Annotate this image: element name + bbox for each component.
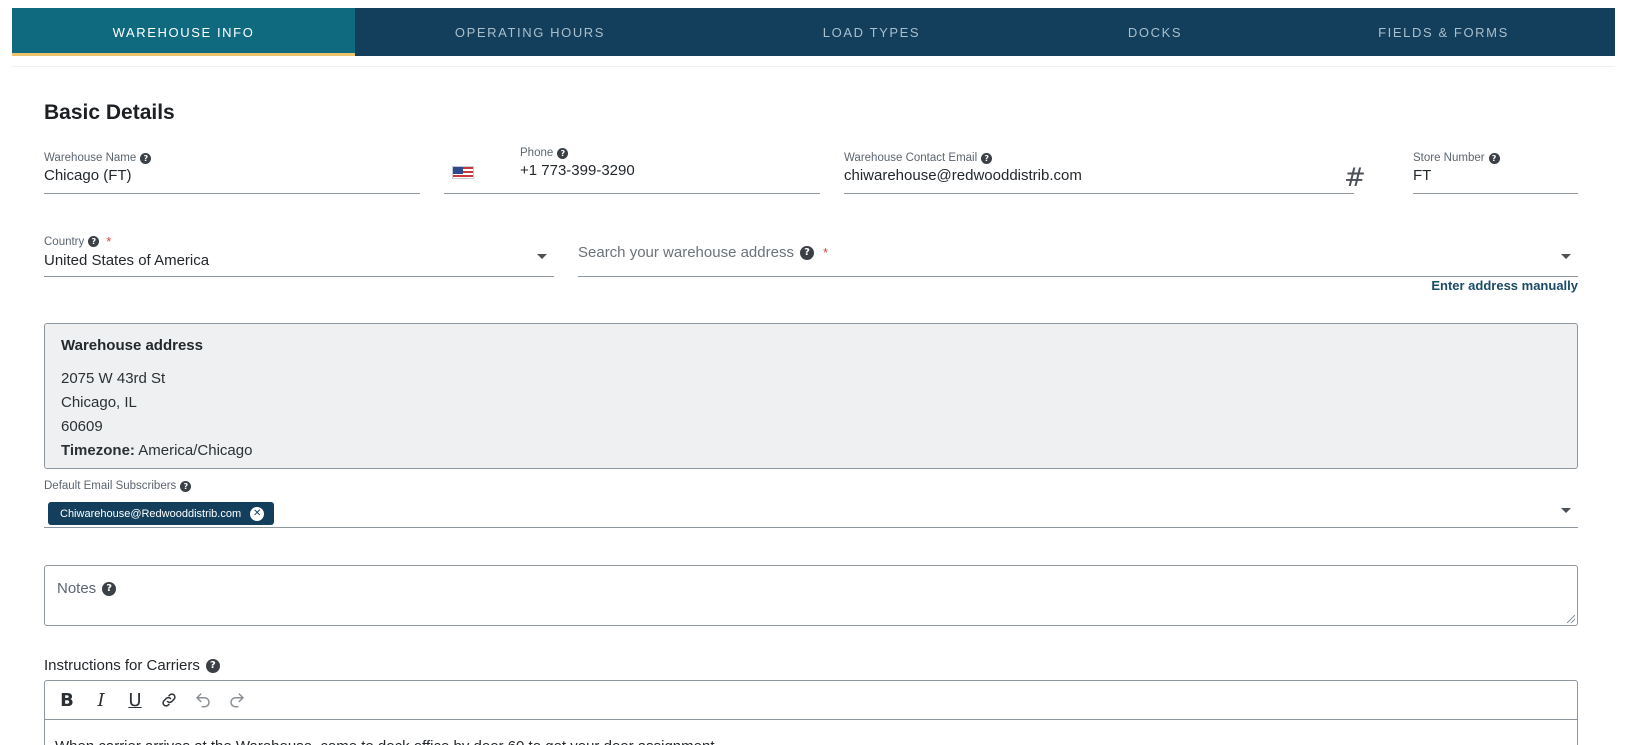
phone-label-row: Phone ? (520, 147, 810, 159)
address-search-placeholder: Search your warehouse address (578, 244, 794, 261)
notes-label: Notes (57, 580, 97, 597)
editor-toolbar: B I U (45, 681, 1577, 720)
tab-operating-hours[interactable]: OPERATING HOURS (355, 8, 705, 56)
warehouse-name-input[interactable]: Chicago (FT) (44, 167, 420, 184)
address-search-input[interactable]: Search your warehouse address ? * (578, 236, 1578, 277)
warehouse-name-field[interactable]: Warehouse Name ? Chicago (FT) (44, 152, 420, 194)
contact-email-label-row: Warehouse Contact Email ? (844, 152, 1354, 164)
store-number-label: Store Number (1413, 152, 1485, 164)
subscriber-chip[interactable]: Chiwarehouse@Redwooddistrib.com ✕ (48, 502, 275, 525)
address-search-placeholder-row: Search your warehouse address ? * (578, 244, 1578, 261)
instructions-text[interactable]: When carrier arrives at the Warehouse, c… (45, 720, 1577, 745)
tab-divider (12, 66, 1615, 67)
underline (44, 193, 420, 194)
underline (1413, 193, 1578, 194)
us-flag-icon[interactable] (452, 166, 474, 179)
tab-fields-forms[interactable]: FIELDS & FORMS (1272, 8, 1615, 56)
chevron-down-icon[interactable] (1561, 508, 1571, 513)
notes-label-row: Notes ? (57, 580, 1565, 597)
chevron-down-icon[interactable] (537, 254, 547, 259)
help-icon[interactable]: ? (88, 236, 100, 247)
chevron-down-icon[interactable] (1561, 254, 1571, 259)
help-icon[interactable]: ? (981, 152, 993, 164)
country-value[interactable]: United States of America (44, 252, 554, 269)
country-select[interactable]: Country ? * United States of America (44, 234, 554, 277)
underline (44, 276, 554, 277)
contact-email-field[interactable]: Warehouse Contact Email ? chiwarehouse@r… (844, 152, 1354, 194)
remove-chip-icon[interactable]: ✕ (250, 506, 265, 521)
italic-icon[interactable]: I (87, 686, 115, 714)
enter-address-manually-link[interactable]: Enter address manually (1431, 278, 1578, 293)
timezone-label: Timezone: (61, 442, 135, 459)
address-city-state: Chicago, IL (61, 394, 137, 411)
warehouse-address-title: Warehouse address (61, 337, 203, 354)
country-label-row: Country ? * (44, 234, 554, 249)
flag-canton (453, 167, 463, 174)
warehouse-name-label: Warehouse Name (44, 152, 137, 164)
underline (44, 527, 1578, 528)
store-number-label-row: Store Number ? (1413, 152, 1578, 164)
email-subscribers-select[interactable]: Default Email Subscribers ? (44, 480, 1578, 528)
underline (844, 193, 1354, 194)
phone-input[interactable]: +1 773-399-3290 (520, 162, 810, 179)
notes-textarea[interactable]: Notes ? (44, 565, 1578, 626)
contact-email-input[interactable]: chiwarehouse@redwooddistrib.com (844, 167, 1354, 184)
underline (444, 193, 820, 194)
help-icon[interactable]: ? (799, 245, 814, 260)
address-timezone: Timezone: America/Chicago (61, 439, 1561, 463)
store-number-input[interactable]: FT (1413, 167, 1578, 184)
phone-label: Phone (520, 147, 554, 159)
help-icon[interactable]: ? (180, 480, 192, 492)
warehouse-name-label-row: Warehouse Name ? (44, 152, 420, 164)
help-icon[interactable]: ? (205, 658, 220, 673)
undo-icon[interactable] (189, 686, 217, 714)
timezone-value: America/Chicago (138, 442, 253, 459)
warehouse-address-card: Warehouse address 2075 W 43rd St Chicago… (44, 323, 1578, 469)
tab-bar: WAREHOUSE INFO OPERATING HOURS LOAD TYPE… (12, 8, 1615, 56)
phone-field[interactable]: Phone ? +1 773-399-3290 (520, 147, 810, 187)
tab-load-types[interactable]: LOAD TYPES (705, 8, 1038, 56)
contact-email-label: Warehouse Contact Email (844, 152, 978, 164)
address-street: 2075 W 43rd St (61, 370, 166, 387)
store-number-field[interactable]: Store Number ? FT (1413, 152, 1578, 194)
redo-icon[interactable] (223, 686, 251, 714)
resize-handle-icon[interactable] (1567, 615, 1575, 623)
help-icon[interactable]: ? (140, 152, 152, 164)
required-mark: * (822, 245, 829, 260)
help-icon[interactable]: ? (1488, 152, 1500, 164)
underline-icon[interactable]: U (121, 686, 149, 714)
hash-icon: # (1344, 163, 1366, 193)
instructions-label-row: Instructions for Carriers ? (44, 657, 220, 674)
instructions-editor[interactable]: B I U When carrier arrives at the Wareho… (44, 680, 1578, 745)
underline (578, 276, 1578, 277)
tab-warehouse-info[interactable]: WAREHOUSE INFO (12, 8, 355, 56)
help-icon[interactable]: ? (557, 147, 569, 159)
bold-icon[interactable]: B (53, 686, 81, 714)
required-mark: * (106, 234, 112, 249)
chip-label: Chiwarehouse@Redwooddistrib.com (60, 507, 242, 520)
country-label: Country (44, 235, 85, 248)
link-icon[interactable] (155, 686, 183, 714)
instructions-label: Instructions for Carriers (44, 657, 200, 674)
subscribers-label-row: Default Email Subscribers ? (44, 480, 1578, 492)
help-icon[interactable]: ? (102, 581, 117, 596)
subscribers-label: Default Email Subscribers (44, 480, 177, 492)
tab-docks[interactable]: DOCKS (1038, 8, 1272, 56)
section-title: Basic Details (44, 101, 175, 124)
address-zip: 60609 (61, 418, 103, 435)
